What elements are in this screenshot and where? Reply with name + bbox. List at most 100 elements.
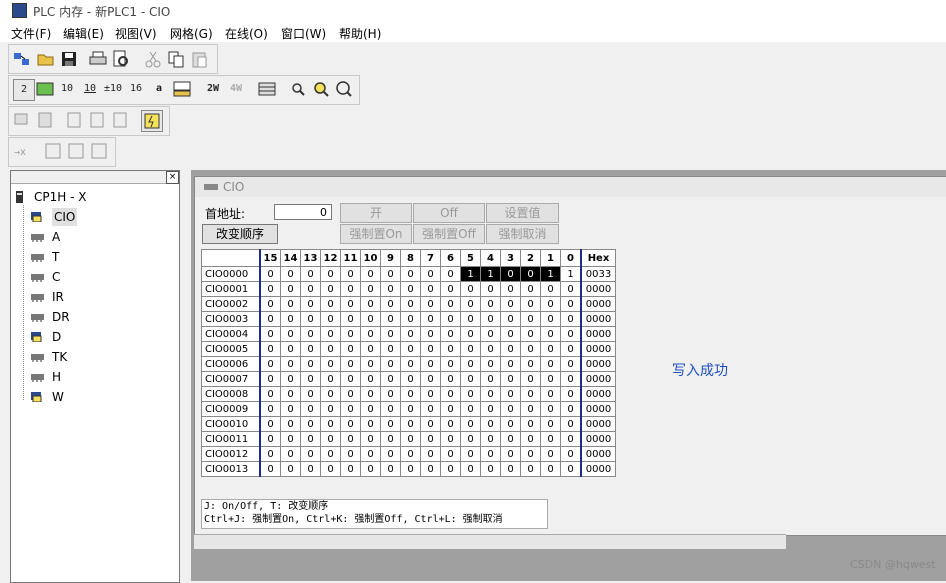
grid-bit-cell[interactable]: 0 [480, 446, 501, 462]
grid-bit-cell[interactable]: 0 [480, 386, 501, 402]
grid-bit-cell[interactable]: 0 [259, 281, 281, 297]
grid-bit-cell[interactable]: 0 [340, 356, 361, 372]
set-on-button[interactable]: 开 [340, 203, 412, 223]
grid-bit-cell[interactable]: 0 [480, 431, 501, 447]
grid-bit-cell[interactable]: 0 [560, 386, 582, 402]
grid-bit-cell[interactable]: 1 [560, 266, 582, 282]
grid-bit-cell[interactable]: 0 [460, 431, 481, 447]
set-value-button[interactable]: 设置值 [486, 203, 559, 223]
grid-bit-cell[interactable]: 0 [320, 386, 341, 402]
tree-item-t[interactable]: T [30, 248, 150, 266]
grid-bit-cell[interactable]: 0 [300, 326, 321, 342]
grid-bit-cell[interactable]: 0 [420, 461, 441, 477]
decimal-display-button[interactable]: 10 [57, 79, 77, 99]
force-off-button[interactable]: 强制置Off [413, 224, 485, 244]
grid-bit-cell[interactable]: 0 [460, 326, 481, 342]
grid-bit-cell[interactable]: 0 [340, 401, 361, 417]
menu-window[interactable]: 窗口(W) [281, 25, 326, 42]
grid-bit-cell[interactable]: 0 [520, 446, 541, 462]
grid-bit-cell[interactable]: 0 [280, 401, 301, 417]
grid-bit-cell[interactable]: 0 [280, 311, 301, 327]
grid-bit-cell[interactable]: 0 [440, 446, 461, 462]
tree-item-h[interactable]: H [30, 368, 150, 386]
grid-bit-cell[interactable]: 0 [320, 461, 341, 477]
grid-bit-cell[interactable]: 0 [340, 296, 361, 312]
grid-bit-cell[interactable]: 0 [560, 461, 582, 477]
grid-bit-cell[interactable]: 0 [380, 371, 401, 387]
grid-bit-cell[interactable]: 0 [500, 311, 521, 327]
unsigned-decimal-button[interactable]: 10 [80, 79, 100, 99]
grid-bit-cell[interactable]: 0 [560, 371, 582, 387]
grid-bit-cell[interactable]: 0 [460, 341, 481, 357]
grid-bit-cell[interactable]: 0 [500, 266, 521, 282]
grid-bit-cell[interactable]: 0 [520, 416, 541, 432]
cut-icon[interactable] [143, 49, 163, 69]
grid-bit-cell[interactable]: 0 [360, 461, 381, 477]
grid-bit-cell[interactable]: 0 [460, 416, 481, 432]
grid-bit-cell[interactable]: 0 [500, 356, 521, 372]
grid-bit-cell[interactable]: 0 [300, 311, 321, 327]
force-set-icon[interactable]: →x [12, 141, 32, 161]
grid-bit-cell[interactable]: 0 [380, 431, 401, 447]
grid-hex-cell[interactable]: 0000 [580, 311, 616, 327]
grid-bit-cell[interactable]: 0 [420, 326, 441, 342]
grid-bit-cell[interactable]: 0 [440, 341, 461, 357]
grid-bit-cell[interactable]: 0 [280, 266, 301, 282]
grid-bit-cell[interactable]: 0 [380, 356, 401, 372]
grid-bit-cell[interactable]: 0 [259, 296, 281, 312]
grid-bit-cell[interactable]: 0 [259, 401, 281, 417]
grid-bit-cell[interactable]: 0 [400, 341, 421, 357]
grid-bit-cell[interactable]: 0 [540, 446, 561, 462]
grid-bit-cell[interactable]: 0 [300, 356, 321, 372]
grid-bit-cell[interactable]: 0 [320, 401, 341, 417]
grid-bit-cell[interactable]: 0 [320, 296, 341, 312]
grid-bit-cell[interactable]: 0 [420, 281, 441, 297]
grid-bit-cell[interactable]: 0 [320, 341, 341, 357]
open-folder-icon[interactable] [36, 49, 56, 69]
grid-bit-cell[interactable]: 0 [360, 341, 381, 357]
grid-bit-cell[interactable]: 0 [460, 401, 481, 417]
grid-bit-cell[interactable]: 0 [540, 326, 561, 342]
grid-hex-cell[interactable]: 0033 [580, 266, 616, 282]
grid-bit-cell[interactable]: 0 [380, 341, 401, 357]
grid-bit-cell[interactable]: 0 [500, 461, 521, 477]
grid-bit-cell[interactable]: 0 [280, 326, 301, 342]
grid-bit-cell[interactable]: 0 [259, 266, 281, 282]
grid-hex-cell[interactable]: 0000 [580, 461, 616, 477]
grid-bit-cell[interactable]: 0 [520, 401, 541, 417]
grid-bit-cell[interactable]: 0 [420, 371, 441, 387]
grid-bit-cell[interactable]: 0 [540, 281, 561, 297]
grid-bit-cell[interactable]: 0 [500, 431, 521, 447]
grid-bit-cell[interactable]: 0 [360, 356, 381, 372]
grid-bit-cell[interactable]: 0 [380, 416, 401, 432]
grid-bit-cell[interactable]: 0 [360, 431, 381, 447]
grid-bit-cell[interactable]: 0 [300, 266, 321, 282]
monitor-icon[interactable] [12, 110, 32, 130]
print-preview-icon[interactable] [111, 49, 131, 69]
grid-bit-cell[interactable]: 0 [420, 356, 441, 372]
grid-bit-cell[interactable]: 0 [259, 311, 281, 327]
grid-bit-cell[interactable]: 0 [400, 371, 421, 387]
grid-bit-cell[interactable]: 0 [400, 401, 421, 417]
grid-bit-cell[interactable]: 0 [440, 461, 461, 477]
grid-bit-cell[interactable]: 0 [480, 341, 501, 357]
tree-item-d[interactable]: D [30, 328, 150, 346]
grid-bit-cell[interactable]: 0 [560, 431, 582, 447]
grid-bit-cell[interactable]: 0 [520, 461, 541, 477]
grid-bit-cell[interactable]: 0 [500, 371, 521, 387]
grid-hex-cell[interactable]: 0000 [580, 341, 616, 357]
grid-bit-cell[interactable]: 0 [400, 311, 421, 327]
grid-bit-cell[interactable]: 0 [540, 461, 561, 477]
grid-bit-cell[interactable]: 0 [280, 461, 301, 477]
grid-hex-cell[interactable]: 0000 [580, 296, 616, 312]
menu-file[interactable]: 文件(F) [11, 25, 51, 42]
grid-bit-cell[interactable]: 1 [540, 266, 561, 282]
print-icon[interactable] [88, 49, 108, 69]
menu-edit[interactable]: 编辑(E) [63, 25, 104, 42]
grid-bit-cell[interactable]: 0 [380, 326, 401, 342]
grid-bit-cell[interactable]: 0 [460, 461, 481, 477]
grid-bit-cell[interactable]: 0 [440, 356, 461, 372]
close-icon[interactable]: × [166, 171, 179, 184]
save-icon[interactable] [59, 49, 79, 69]
online-edit-icon[interactable] [141, 110, 163, 132]
